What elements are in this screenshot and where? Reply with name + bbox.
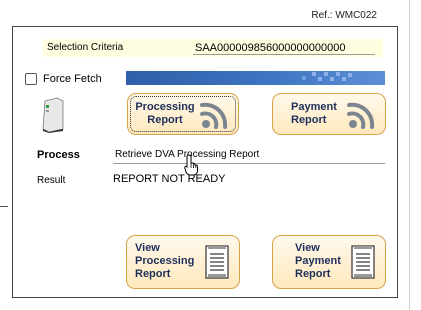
force-fetch-label: Force Fetch <box>43 73 102 85</box>
report-document-icon <box>205 245 229 279</box>
force-fetch-row[interactable]: Force Fetch <box>25 73 102 85</box>
force-fetch-checkbox[interactable] <box>25 73 37 85</box>
progress-bar <box>126 71 385 85</box>
view-processing-report-label: View Processing Report <box>135 242 195 280</box>
view-payment-report-button[interactable]: View Payment Report <box>272 235 386 289</box>
progress-pixel <box>348 73 352 77</box>
processing-report-label: Processing Report <box>135 101 195 126</box>
device-status-icon <box>42 97 64 133</box>
hand-pointer-cursor <box>184 154 198 176</box>
progress-pixel <box>302 76 306 80</box>
progress-pixel <box>312 72 316 76</box>
processing-report-button[interactable]: Processing Report <box>127 93 239 135</box>
progress-pixel <box>336 72 340 76</box>
view-processing-report-button[interactable]: View Processing Report <box>126 235 240 289</box>
view-payment-report-label: View Payment Report <box>295 242 341 280</box>
wireless-signal-icon <box>200 102 228 129</box>
wireless-signal-icon <box>347 102 375 129</box>
selection-criteria-field[interactable] <box>193 41 375 55</box>
progress-pixel <box>342 77 346 81</box>
selection-criteria-row: Selection Criteria <box>43 39 383 57</box>
selection-criteria-label: Selection Criteria <box>47 42 124 53</box>
payment-report-label: Payment Report <box>291 101 337 126</box>
report-document-icon <box>351 245 375 279</box>
payment-report-button[interactable]: Payment Report <box>272 93 386 135</box>
result-value: REPORT NOT READY <box>113 173 226 185</box>
process-label: Process <box>37 149 80 161</box>
left-tick-mark <box>0 206 8 207</box>
progress-pixel <box>318 77 322 81</box>
result-label: Result <box>37 175 66 186</box>
reference-code: Ref.: WMC022 <box>311 10 377 21</box>
progress-pixel <box>330 77 334 81</box>
report-panel: Selection Criteria Force Fetch Processin… <box>12 26 398 298</box>
process-underline <box>113 163 385 164</box>
progress-pixel <box>324 72 328 76</box>
right-divider <box>409 0 410 310</box>
